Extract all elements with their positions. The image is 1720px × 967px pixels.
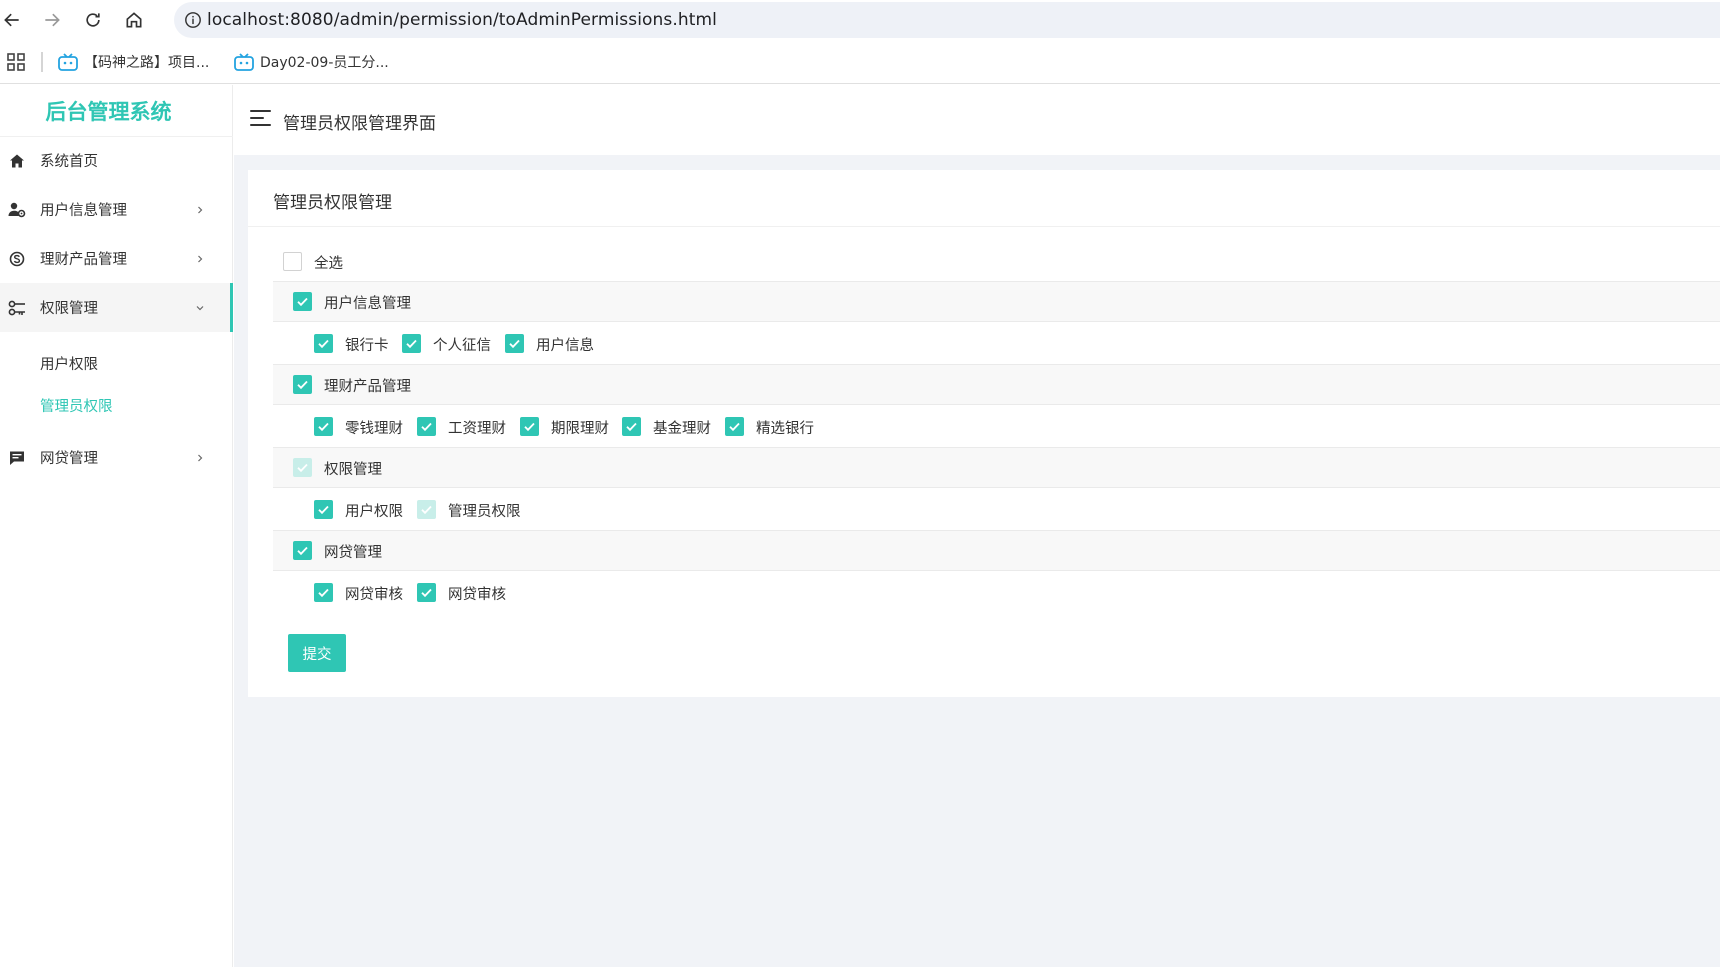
child-checkbox[interactable] <box>520 417 539 436</box>
group-checkbox-permissions <box>293 458 312 477</box>
select-all-checkbox[interactable] <box>283 252 302 271</box>
browser-address-bar: localhost:8080/admin/permission/toAdminP… <box>0 0 1720 40</box>
child-label: 管理员权限 <box>448 504 521 520</box>
permissions-card: 管理员权限管理 全选 用户信息管理 银行卡 个人征信 用户信息 理财产品管理 零… <box>248 170 1720 697</box>
user-settings-icon <box>8 201 26 219</box>
group-checkbox-online-loans[interactable] <box>293 541 312 560</box>
child-checkbox[interactable] <box>314 334 333 353</box>
chevron-right-icon <box>198 206 203 213</box>
child-label: 期限理财 <box>551 421 609 437</box>
child-label: 用户信息 <box>536 338 594 354</box>
sidebar-item-label: 用户信息管理 <box>40 203 127 219</box>
card-header: 管理员权限管理 <box>248 170 1720 227</box>
submit-button[interactable]: 提交 <box>288 634 346 672</box>
child-label: 零钱理财 <box>345 421 403 437</box>
bookmarks-bar: 【码神之路】项目... Day02-09-员工分... <box>0 40 1720 84</box>
child-label: 网贷审核 <box>448 587 506 603</box>
group-label: 用户信息管理 <box>324 296 411 312</box>
permission-children-row: 网贷审核 网贷审核 <box>273 571 1720 613</box>
permission-children-row: 银行卡 个人征信 用户信息 <box>273 322 1720 364</box>
child-checkbox[interactable] <box>622 417 641 436</box>
apps-grid-icon[interactable] <box>7 53 25 71</box>
sidebar-item-online-loans[interactable]: 网贷管理 <box>0 433 233 482</box>
permission-children-row: 用户权限 管理员权限 <box>273 488 1720 530</box>
select-all-label: 全选 <box>314 256 343 272</box>
message-icon <box>8 449 26 467</box>
forward-icon[interactable] <box>40 8 64 32</box>
permission-children-row: 零钱理财 工资理财 期限理财 基金理财 精选银行 <box>273 405 1720 447</box>
menu-toggle-icon[interactable] <box>250 110 272 128</box>
reload-icon[interactable] <box>81 8 105 32</box>
chevron-right-icon <box>198 255 203 262</box>
bilibili-icon <box>58 53 78 71</box>
group-label: 网贷管理 <box>324 545 382 561</box>
app-logo: 后台管理系统 <box>0 85 233 137</box>
home-icon <box>8 152 26 170</box>
child-checkbox[interactable] <box>505 334 524 353</box>
group-label: 权限管理 <box>324 462 382 478</box>
bookmark-item-1[interactable]: 【码神之路】项目... <box>58 50 209 74</box>
sidebar: 后台管理系统 系统首页 用户信息管理 理财产品管理 权限管理 用户权限 管理员权… <box>0 85 233 967</box>
child-label: 工资理财 <box>448 421 506 437</box>
child-checkbox[interactable] <box>314 417 333 436</box>
back-icon[interactable] <box>0 8 24 32</box>
sidebar-item-finance-products[interactable]: 理财产品管理 <box>0 234 233 283</box>
url-text: localhost:8080/admin/permission/toAdminP… <box>207 10 718 30</box>
child-checkbox[interactable] <box>417 417 436 436</box>
child-checkbox-disabled <box>417 500 436 519</box>
child-checkbox[interactable] <box>417 583 436 602</box>
url-bar[interactable]: localhost:8080/admin/permission/toAdminP… <box>174 2 1720 38</box>
sidebar-item-home[interactable]: 系统首页 <box>0 136 233 185</box>
child-label: 用户权限 <box>345 504 403 520</box>
bilibili-icon <box>234 53 254 71</box>
child-label: 银行卡 <box>345 338 389 354</box>
sidebar-item-label: 理财产品管理 <box>40 252 127 268</box>
child-label: 基金理财 <box>653 421 711 437</box>
permission-group-row: 用户信息管理 <box>273 281 1720 322</box>
bookmark-label: 【码神之路】项目... <box>84 55 210 71</box>
site-info-icon[interactable] <box>184 11 202 29</box>
bookmark-separator <box>41 52 43 72</box>
child-label: 精选银行 <box>756 421 814 437</box>
sidebar-item-label: 权限管理 <box>40 301 98 317</box>
bookmark-item-2[interactable]: Day02-09-员工分... <box>234 50 389 74</box>
bookmark-label: Day02-09-员工分... <box>260 55 389 71</box>
child-checkbox[interactable] <box>402 334 421 353</box>
sidebar-item-label: 网贷管理 <box>40 451 98 467</box>
sidebar-subitem-user-permissions[interactable]: 用户权限 <box>40 353 98 374</box>
child-checkbox[interactable] <box>314 583 333 602</box>
chevron-right-icon <box>198 454 203 461</box>
home-page-icon[interactable] <box>122 8 146 32</box>
permission-group-row: 网贷管理 <box>273 530 1720 571</box>
chevron-down-icon <box>196 305 204 310</box>
child-label: 网贷审核 <box>345 587 403 603</box>
sidebar-item-user-info[interactable]: 用户信息管理 <box>0 185 233 234</box>
header: 管理员权限管理界面 <box>234 85 1720 155</box>
child-checkbox[interactable] <box>314 500 333 519</box>
sidebar-subitem-admin-permissions[interactable]: 管理员权限 <box>40 395 113 416</box>
permission-group-row: 理财产品管理 <box>273 364 1720 405</box>
skype-icon <box>8 250 26 268</box>
page-title: 管理员权限管理界面 <box>283 114 436 134</box>
key-icon <box>8 299 26 317</box>
sidebar-item-permissions[interactable]: 权限管理 <box>0 283 233 332</box>
sidebar-item-label: 系统首页 <box>40 154 98 170</box>
group-checkbox-user-info[interactable] <box>293 292 312 311</box>
permission-group-row: 权限管理 <box>273 447 1720 488</box>
card-title: 管理员权限管理 <box>273 193 392 213</box>
child-checkbox[interactable] <box>725 417 744 436</box>
main-content: 管理员权限管理界面 管理员权限管理 全选 用户信息管理 银行卡 个人征信 用户信… <box>234 85 1720 967</box>
group-label: 理财产品管理 <box>324 379 411 395</box>
child-label: 个人征信 <box>433 338 491 354</box>
group-checkbox-finance-products[interactable] <box>293 375 312 394</box>
